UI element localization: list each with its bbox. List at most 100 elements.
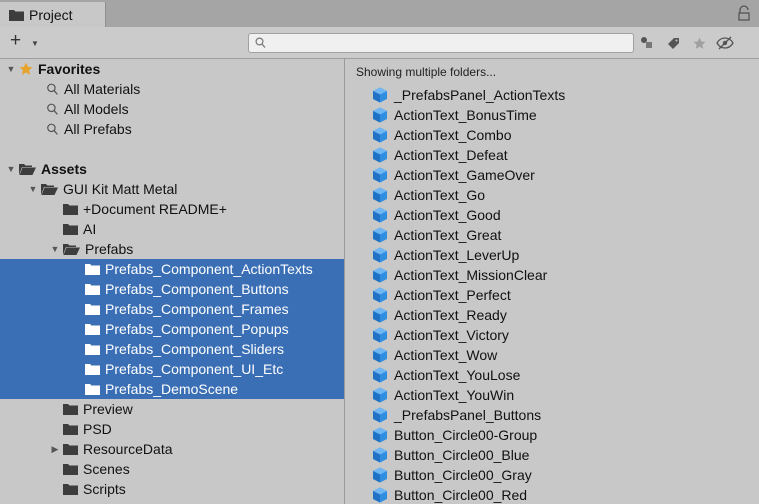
prefab-cube-icon — [373, 287, 387, 303]
favorites-item-label: All Models — [64, 101, 129, 117]
favorites-item[interactable]: All Materials — [0, 79, 344, 99]
asset-list-item[interactable]: ActionText_GameOver — [372, 165, 535, 185]
search-input[interactable] — [273, 35, 627, 53]
asset-list-label: ActionText_YouWin — [394, 387, 515, 403]
folder-tree-item[interactable]: Scenes — [0, 459, 344, 479]
hidden-packages-button[interactable] — [714, 33, 736, 53]
folder-tree-label: Prefabs_Component_UI_Etc — [105, 361, 284, 377]
asset-list-label: ActionText_Go — [394, 187, 486, 203]
asset-list-label: ActionText_Wow — [394, 347, 498, 363]
folder-tree-item[interactable]: Prefabs_Component_Buttons — [0, 279, 344, 299]
chevron-down-icon[interactable]: ▼ — [6, 164, 16, 174]
folder-tree-item[interactable]: +Document README+ — [0, 199, 344, 219]
asset-list-item[interactable]: ActionText_YouWin — [372, 385, 514, 405]
folder-tree-item[interactable]: Prefabs_Component_Frames — [0, 299, 344, 319]
asset-list-item[interactable]: ActionText_BonusTime — [372, 105, 537, 125]
folder-tree-item[interactable]: Scripts — [0, 479, 344, 499]
prefab-cube-icon — [373, 227, 387, 243]
asset-list-item[interactable]: Button_Circle00_Red — [372, 485, 527, 504]
prefab-cube-icon — [373, 167, 387, 183]
favorites-button[interactable] — [688, 33, 710, 53]
eye-off-icon — [716, 36, 734, 50]
tab-project[interactable]: Project — [0, 2, 106, 27]
asset-list-item[interactable]: Button_Circle00-Group — [372, 425, 537, 445]
star-icon — [693, 37, 705, 49]
chevron-down-icon[interactable]: ▼ — [50, 244, 60, 254]
assets-header[interactable]: ▼ Assets — [0, 159, 344, 179]
chevron-down-icon[interactable]: ▼ — [6, 64, 16, 74]
prefab-cube-icon — [373, 407, 387, 423]
asset-list-item[interactable]: ActionText_LeverUp — [372, 245, 519, 265]
asset-list-item[interactable]: ActionText_Victory — [372, 325, 509, 345]
folder-icon — [63, 464, 78, 475]
folder-tree-label: Prefabs_DemoScene — [105, 381, 239, 397]
folder-tree-label: Prefabs_Component_Buttons — [105, 281, 289, 297]
asset-list-item[interactable]: ActionText_Defeat — [372, 145, 508, 165]
chevron-right-icon[interactable]: ▶ — [50, 444, 60, 455]
folder-tree-item[interactable]: Prefabs_Component_ActionTexts — [0, 259, 344, 279]
folder-tree-item[interactable]: Prefabs_Component_UI_Etc — [0, 359, 344, 379]
folder-tree-label: PSD — [83, 421, 112, 437]
prefab-cube-icon — [373, 367, 387, 383]
prefab-cube-icon — [373, 87, 387, 103]
folder-icon — [85, 384, 100, 395]
search-box[interactable] — [248, 33, 634, 53]
asset-list-label: Button_Circle00-Group — [394, 427, 538, 443]
prefab-cube-icon — [373, 307, 387, 323]
tab-label: Project — [29, 6, 73, 23]
asset-list-item[interactable]: Button_Circle00_Blue — [372, 445, 529, 465]
chevron-down-icon[interactable]: ▼ — [28, 184, 38, 194]
folder-tree-item[interactable]: Prefabs_Component_Sliders — [0, 339, 344, 359]
asset-list-label: Button_Circle00_Red — [394, 487, 528, 503]
asset-list-item[interactable]: ActionText_Good — [372, 205, 501, 225]
prefab-cube-icon — [373, 247, 387, 263]
folder-tree-item[interactable]: Preview — [0, 399, 344, 419]
asset-list-item[interactable]: ActionText_Ready — [372, 305, 507, 325]
folder-tree-label: Scripts — [83, 481, 126, 497]
asset-list-label: ActionText_MissionClear — [394, 267, 548, 283]
folder-tree-item[interactable]: ▼ Prefabs — [0, 239, 344, 259]
asset-list-label: ActionText_YouLose — [394, 367, 521, 383]
add-button[interactable]: + — [10, 31, 21, 51]
asset-list-label: ActionText_Victory — [394, 327, 509, 343]
favorites-header[interactable]: ▼ Favorites — [0, 59, 344, 79]
folder-icon — [85, 304, 100, 315]
asset-list-item[interactable]: _PrefabsPanel_Buttons — [372, 405, 541, 425]
search-by-label-button[interactable] — [662, 33, 684, 53]
asset-list-item[interactable]: _PrefabsPanel_ActionTexts — [372, 85, 565, 105]
folder-tree-item[interactable]: ▶ ResourceData — [0, 439, 344, 459]
folder-tree-label: ResourceData — [83, 441, 173, 457]
asset-list-item[interactable]: ActionText_Wow — [372, 345, 497, 365]
asset-list-label: ActionText_BonusTime — [394, 107, 537, 123]
folder-icon — [63, 224, 78, 235]
folder-tree-label: Prefabs_Component_ActionTexts — [105, 261, 313, 277]
lock-icon[interactable] — [737, 5, 751, 21]
folder-icon — [85, 364, 100, 375]
asset-list-item[interactable]: ActionText_YouLose — [372, 365, 520, 385]
folder-icon — [85, 264, 100, 275]
prefab-cube-icon — [373, 427, 387, 443]
prefab-cube-icon — [373, 347, 387, 363]
folder-tree-item[interactable]: ▼ GUI Kit Matt Metal — [0, 179, 344, 199]
asset-list-item[interactable]: Button_Circle00_Gray — [372, 465, 532, 485]
toolbar: + ▼ — [0, 27, 759, 59]
folder-icon — [85, 284, 100, 295]
asset-list-item[interactable]: ActionText_Great — [372, 225, 501, 245]
favorites-item[interactable]: All Models — [0, 99, 344, 119]
folder-tree-item[interactable]: PSD — [0, 419, 344, 439]
prefab-cube-icon — [373, 387, 387, 403]
asset-list-item[interactable]: ActionText_MissionClear — [372, 265, 547, 285]
asset-list-item[interactable]: ActionText_Perfect — [372, 285, 511, 305]
asset-list-item[interactable]: ActionText_Go — [372, 185, 485, 205]
favorites-item[interactable]: All Prefabs — [0, 119, 344, 139]
folder-tree-item[interactable]: Prefabs_Component_Popups — [0, 319, 344, 339]
tab-bar: Project — [0, 0, 759, 27]
chevron-down-icon[interactable]: ▼ — [31, 39, 39, 48]
folder-icon — [63, 484, 78, 495]
folder-icon — [85, 344, 100, 355]
folder-tree-item[interactable]: AI — [0, 219, 344, 239]
folder-tree-item[interactable]: Prefabs_DemoScene — [0, 379, 344, 399]
asset-list-label: ActionText_Combo — [394, 127, 512, 143]
search-by-type-button[interactable] — [636, 33, 658, 53]
asset-list-item[interactable]: ActionText_Combo — [372, 125, 512, 145]
